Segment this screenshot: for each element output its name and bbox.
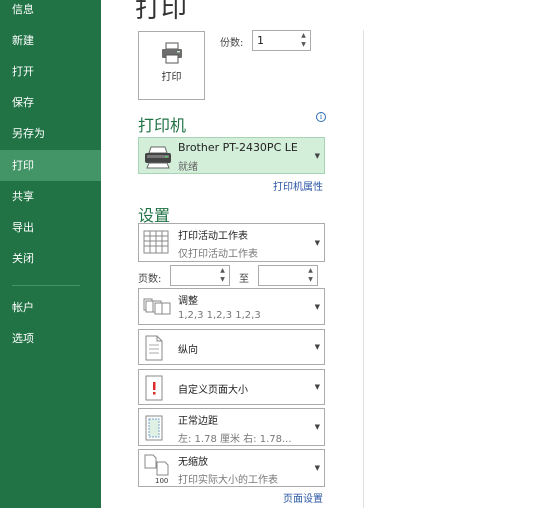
page-setup-link[interactable]: 页面设置	[283, 490, 323, 505]
orientation-dropdown[interactable]: 纵向 ▼	[138, 329, 325, 365]
margins-page-icon	[143, 415, 165, 445]
sidebar-item-save[interactable]: 保存	[0, 87, 101, 118]
preview-divider	[363, 30, 364, 508]
pages-to-label: 至	[239, 274, 249, 285]
printer-section-title: 打印机	[138, 116, 187, 135]
portrait-page-icon	[143, 335, 165, 365]
scaling-dropdown[interactable]: 100 无缩放 打印实际大小的工作表 ▼	[138, 449, 325, 487]
sidebar-item-export[interactable]: 导出	[0, 212, 101, 243]
copies-stepper[interactable]: 1 ▲ ▼	[252, 30, 311, 51]
printer-dropdown[interactable]: Brother PT-2430PC LE 就绪 ▼	[138, 137, 325, 174]
pages-label: 页数:	[138, 274, 162, 285]
chevron-down-icon: ▼	[314, 343, 320, 351]
sidebar-item-save-as[interactable]: 另存为	[0, 118, 101, 149]
sheet-grid-icon	[143, 230, 169, 258]
backstage-sidebar: 信息 新建 打开 保存 另存为 打印 共享 导出 关闭 帐户 选项	[0, 0, 101, 508]
paper-size-title: 自定义页面大小	[178, 385, 248, 396]
spin-up-icon[interactable]: ▲	[297, 31, 310, 40]
pages-from-input[interactable]: ▲ ▼	[170, 265, 230, 286]
chevron-down-icon: ▼	[314, 152, 320, 160]
print-what-title: 打印活动工作表	[178, 231, 248, 242]
sidebar-item-options[interactable]: 选项	[0, 323, 101, 354]
pages-to-input[interactable]: ▲ ▼	[258, 265, 318, 286]
sidebar-divider	[12, 285, 80, 286]
spin-up-icon[interactable]: ▲	[216, 266, 229, 275]
custom-page-size-icon	[143, 375, 165, 405]
no-scaling-icon: 100	[143, 454, 171, 488]
orientation-title: 纵向	[178, 345, 198, 356]
sidebar-item-print[interactable]: 打印	[0, 150, 101, 181]
chevron-down-icon: ▼	[314, 464, 320, 472]
margins-subtitle: 左: 1.78 厘米 右: 1.78...	[178, 434, 292, 445]
printer-device-icon	[143, 145, 173, 173]
copies-value: 1	[257, 34, 264, 47]
margins-title: 正常边距	[178, 416, 218, 427]
copies-label: 份数:	[220, 38, 244, 49]
spin-down-icon[interactable]: ▼	[297, 40, 310, 49]
chevron-down-icon: ▼	[314, 303, 320, 311]
printer-status: 就绪	[178, 162, 198, 173]
scaling-subtitle: 打印实际大小的工作表	[178, 475, 278, 486]
collate-subtitle: 1,2,3 1,2,3 1,2,3	[178, 310, 261, 321]
chevron-down-icon: ▼	[314, 423, 320, 431]
info-icon[interactable]: i	[316, 112, 326, 122]
printer-name: Brother PT-2430PC LE	[178, 141, 298, 154]
sidebar-item-share[interactable]: 共享	[0, 181, 101, 212]
sidebar-item-open[interactable]: 打开	[0, 56, 101, 87]
spin-down-icon[interactable]: ▼	[216, 275, 229, 284]
pages-from-spinner[interactable]: ▲ ▼	[216, 266, 229, 285]
spin-down-icon[interactable]: ▼	[304, 275, 317, 284]
print-button[interactable]: 打印	[138, 31, 205, 100]
spin-up-icon[interactable]: ▲	[304, 266, 317, 275]
svg-text:100: 100	[155, 477, 168, 484]
scaling-title: 无缩放	[178, 457, 208, 468]
collate-dropdown[interactable]: 调整 1,2,3 1,2,3 1,2,3 ▼	[138, 288, 325, 325]
collate-title: 调整	[178, 296, 198, 307]
copies-spinner[interactable]: ▲ ▼	[297, 31, 310, 50]
printer-icon	[161, 42, 183, 68]
sidebar-item-info[interactable]: 信息	[0, 0, 101, 25]
pages-to-spinner[interactable]: ▲ ▼	[304, 266, 317, 285]
sidebar-item-new[interactable]: 新建	[0, 25, 101, 56]
chevron-down-icon: ▼	[314, 383, 320, 391]
collated-pages-icon	[143, 296, 171, 322]
print-button-label: 打印	[161, 72, 182, 83]
paper-size-dropdown[interactable]: 自定义页面大小 ▼	[138, 369, 325, 405]
margins-dropdown[interactable]: 正常边距 左: 1.78 厘米 右: 1.78... ▼	[138, 408, 325, 446]
sidebar-item-account[interactable]: 帐户	[0, 292, 101, 323]
sidebar-item-close[interactable]: 关闭	[0, 243, 101, 274]
page-title: 打印	[135, 0, 188, 24]
print-what-subtitle: 仅打印活动工作表	[178, 249, 258, 260]
printer-properties-link[interactable]: 打印机属性	[273, 178, 323, 193]
chevron-down-icon: ▼	[314, 239, 320, 247]
print-what-dropdown[interactable]: 打印活动工作表 仅打印活动工作表 ▼	[138, 223, 325, 262]
